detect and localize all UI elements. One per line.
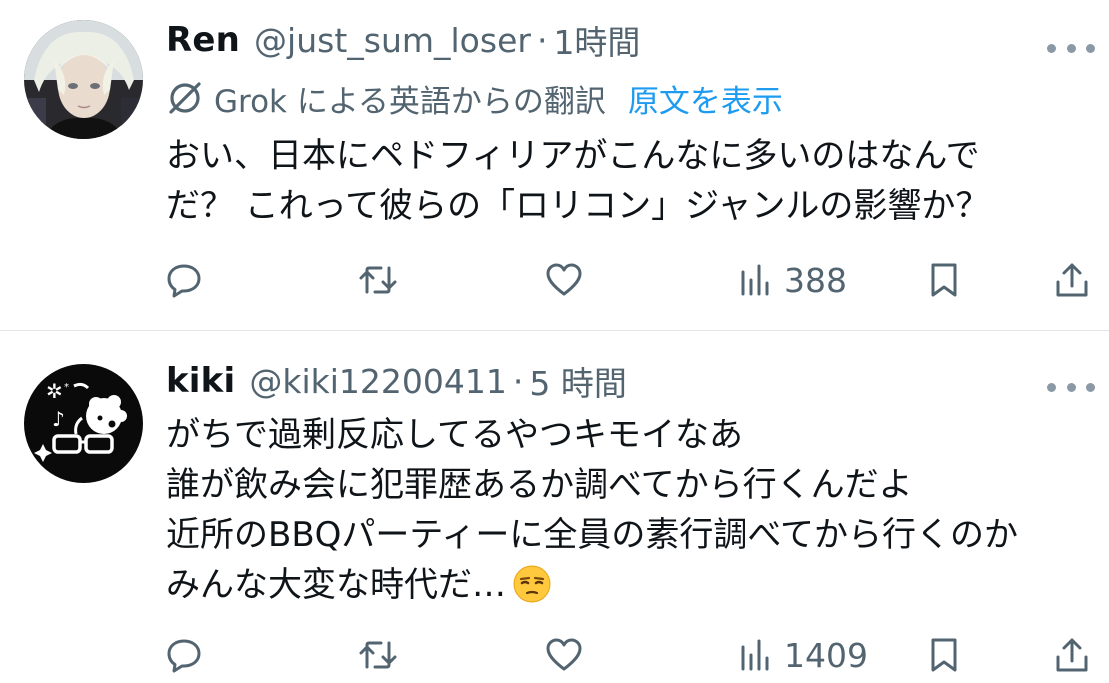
unamused-face-emoji [513, 565, 551, 603]
svg-text:*: * [64, 382, 69, 393]
views-button[interactable]: 1409 [738, 631, 868, 679]
avatar[interactable]: ✲ * ♪ [24, 364, 143, 483]
like-button[interactable] [544, 256, 584, 304]
retweet-button[interactable] [357, 256, 399, 304]
views-count: 1409 [784, 635, 868, 675]
bookmark-button[interactable] [926, 256, 962, 304]
bookmark-icon [931, 638, 957, 672]
reply-button[interactable] [164, 256, 204, 304]
timeline: Ren @just_sum_loser · 1時間 Grok による英語からの翻… [0, 0, 1109, 683]
post-text-line: みんな大変な時代だ… [166, 565, 506, 605]
post-text: おい、日本にペドフィリアがこんなに多いのはなんで だ？ これって彼らの「ロリコン… [166, 131, 1069, 231]
post-text-line: 誰が飲み会に犯罪歴あるか調べてから行くんだよ [166, 465, 913, 505]
retweet-icon [359, 266, 397, 294]
show-original-link[interactable]: 原文を表示 [628, 76, 783, 121]
user-handle[interactable]: @just_sum_loser [254, 21, 531, 60]
reply-icon [167, 639, 201, 673]
bookmark-button[interactable] [926, 631, 962, 679]
views-button[interactable]: 388 [738, 256, 847, 304]
views-icon [741, 264, 769, 296]
post-text: がちで過剰反応してるやつキモイなあ 誰が飲み会に犯罪歴あるか調べてから行くんだよ… [166, 410, 1069, 610]
user-handle[interactable]: @kiki12200411 [249, 362, 507, 401]
post-text-line: がちで過剰反応してるやつキモイなあ [166, 415, 743, 455]
post-header: Ren @just_sum_loser · 1時間 [166, 18, 1089, 62]
retweet-icon [359, 641, 397, 669]
share-button[interactable] [1053, 631, 1091, 679]
post-text-line-last: みんな大変な時代だ… [166, 560, 1069, 610]
bookmark-icon [931, 263, 957, 297]
translation-label: Grok による英語からの翻訳 [214, 83, 606, 120]
post-text-line: だ？ これって彼らの「ロリコン」ジャンルの影響か？ [166, 186, 990, 226]
grok-icon [169, 82, 201, 114]
reply-button[interactable] [164, 631, 204, 679]
like-button[interactable] [544, 631, 584, 679]
retweet-button[interactable] [357, 631, 399, 679]
action-bar: 1409 [160, 631, 1095, 679]
display-name[interactable]: kiki [166, 361, 235, 401]
translation-notice: Grok による英語からの翻訳 原文を表示 [166, 76, 783, 121]
share-button[interactable] [1053, 256, 1091, 304]
share-icon [1056, 638, 1088, 672]
separator-dot: · [512, 361, 524, 401]
svg-text:✲: ✲ [46, 379, 63, 403]
views-count: 388 [784, 260, 847, 300]
share-icon [1056, 263, 1088, 297]
timestamp[interactable]: 5 時間 [529, 357, 627, 405]
views-icon [741, 639, 769, 671]
avatar-image [24, 20, 143, 139]
post-ren[interactable]: Ren @just_sum_loser · 1時間 Grok による英語からの翻… [0, 0, 1109, 331]
reply-icon [167, 264, 201, 298]
more-icon[interactable] [1047, 377, 1095, 397]
heart-icon [546, 638, 582, 671]
timestamp[interactable]: 1時間 [553, 16, 640, 64]
heart-icon [546, 263, 582, 296]
avatar-image: ✲ * ♪ [24, 364, 143, 483]
separator-dot: · [536, 20, 548, 60]
avatar[interactable] [24, 20, 143, 139]
post-kiki[interactable]: ✲ * ♪ kiki @kiki12200411 · 5 時間 がちで過剰反応し… [0, 331, 1109, 683]
post-header: kiki @kiki12200411 · 5 時間 [166, 359, 1089, 403]
svg-text:♪: ♪ [52, 407, 65, 431]
post-text-line: 近所のBBQパーティーに全員の素行調べてから行くのか [166, 515, 1019, 555]
post-text-line: おい、日本にペドフィリアがこんなに多いのはなんで [166, 136, 980, 176]
display-name[interactable]: Ren [166, 20, 240, 60]
action-bar: 388 [160, 256, 1095, 304]
more-icon[interactable] [1047, 38, 1095, 58]
